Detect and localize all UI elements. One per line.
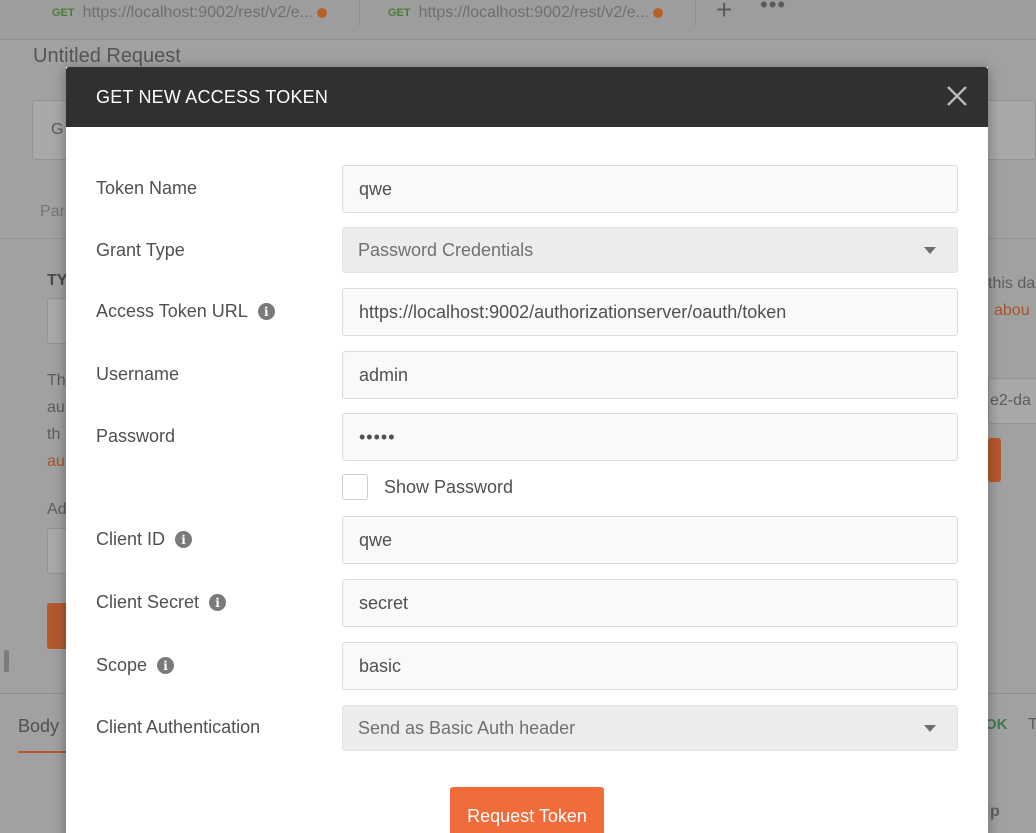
tab-params[interactable]: Par (40, 203, 65, 221)
username-input[interactable] (342, 351, 958, 399)
grant-type-select[interactable]: Password Credentials (342, 227, 958, 273)
time-label: T (1028, 716, 1036, 733)
request-title: Untitled Request (33, 45, 181, 67)
scope-input[interactable] (342, 642, 958, 690)
auth-type-label: TY (47, 272, 68, 289)
close-icon[interactable] (944, 83, 970, 109)
info-icon[interactable]: i (157, 657, 175, 674)
show-password-label[interactable]: Show Password (384, 477, 513, 498)
info-icon[interactable]: i (175, 531, 193, 548)
info-icon[interactable]: i (257, 303, 275, 320)
chevron-down-icon (924, 724, 936, 732)
info-icon[interactable]: i (209, 594, 227, 611)
modal-header: GET NEW ACCESS TOKEN (66, 67, 988, 127)
scrollbar-thumb[interactable] (4, 650, 9, 672)
tab-method: GET (52, 7, 75, 19)
access-token-url-input[interactable] (342, 288, 958, 336)
unsaved-dot-icon (316, 8, 327, 18)
client-authentication-label: Client Authentication (96, 717, 261, 737)
unsaved-dot-icon (652, 8, 663, 18)
grant-type-label: Grant Type (96, 240, 185, 260)
show-password-checkbox[interactable] (342, 474, 368, 500)
client-secret-input[interactable] (342, 579, 958, 627)
tab-url: https://localhost:9002/rest/v2/e... (82, 4, 313, 21)
scope-label: Scope i (96, 655, 175, 676)
new-tab-button[interactable]: + (716, 0, 732, 26)
modal-title: GET NEW ACCESS TOKEN (96, 87, 329, 107)
request-tab-1[interactable]: GET https://localhost:9002/rest/v2/e... (40, 0, 360, 26)
access-token-url-label: Access Token URL i (96, 301, 275, 322)
status-badge: OK (985, 716, 1008, 733)
right-panel-link[interactable]: abou (994, 302, 1030, 320)
client-authentication-value: Send as Basic Auth header (358, 717, 576, 738)
client-id-input[interactable] (342, 516, 958, 564)
add-auth-label: Ad (47, 501, 67, 518)
token-name-input[interactable] (342, 165, 958, 213)
method-selector[interactable]: G (51, 121, 63, 139)
right-panel-button[interactable] (988, 438, 1001, 482)
client-id-label: Client ID i (96, 529, 193, 550)
request-token-button[interactable]: Request Token (450, 787, 604, 833)
tab-url: https://localhost:9002/rest/v2/e... (418, 4, 649, 21)
tab-body[interactable]: Body (18, 716, 59, 737)
auth-description: au (47, 399, 65, 416)
password-input[interactable] (342, 413, 958, 461)
bottom-right-text: p (990, 803, 1000, 820)
auth-description: th (47, 426, 61, 443)
grant-type-value: Password Credentials (358, 239, 534, 260)
more-tabs-button[interactable]: ••• (760, 0, 786, 18)
right-panel-text: this da (988, 275, 1036, 292)
client-secret-label: Client Secret i (96, 592, 227, 613)
auth-description: Th (47, 372, 66, 389)
active-tab-underline (18, 751, 68, 753)
access-token-modal: GET NEW ACCESS TOKEN Token Name Grant Ty… (66, 67, 988, 833)
right-panel-value: e2-da (990, 392, 1031, 409)
request-tab-2[interactable]: GET https://localhost:9002/rest/v2/e... (376, 0, 696, 26)
tab-method: GET (388, 7, 411, 19)
token-name-label: Token Name (96, 178, 198, 198)
learn-more-link[interactable]: au (47, 453, 65, 471)
chevron-down-icon (924, 246, 936, 254)
request-tab-bar: GET https://localhost:9002/rest/v2/e... … (0, 0, 1036, 40)
password-label: Password (96, 426, 176, 446)
username-label: Username (96, 364, 180, 384)
client-authentication-select[interactable]: Send as Basic Auth header (342, 705, 958, 751)
